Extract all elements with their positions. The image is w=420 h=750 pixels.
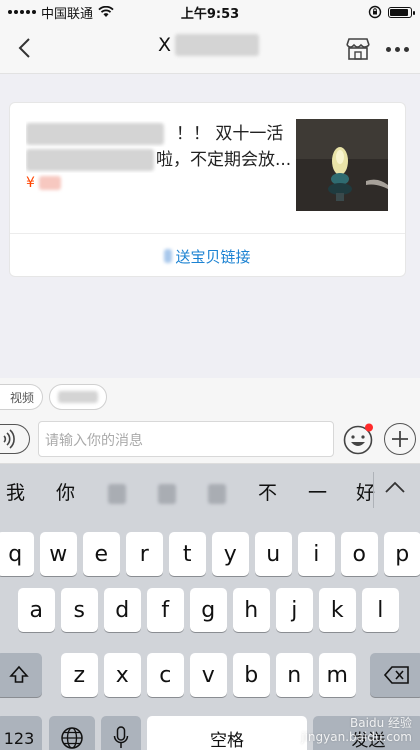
key-r[interactable]: r	[126, 532, 163, 576]
status-time: 上午9:53	[180, 6, 240, 22]
product-description: ！！ 双十一活 啦，不定期会放...	[26, 121, 294, 173]
more-icon[interactable]	[382, 36, 412, 62]
send-product-link[interactable]: 送宝贝链接	[10, 234, 405, 278]
key-y[interactable]: y	[212, 532, 249, 576]
key-p[interactable]: p	[384, 532, 420, 576]
key-c[interactable]: c	[147, 653, 184, 697]
candidate-bar: 我 你 不 一 好	[0, 464, 420, 516]
candidate-word[interactable]: 你	[56, 478, 75, 505]
signal-icon	[8, 10, 36, 14]
globe-key[interactable]	[49, 716, 95, 750]
key-s[interactable]: s	[61, 588, 98, 632]
plus-icon[interactable]	[384, 423, 416, 455]
key-f[interactable]: f	[147, 588, 184, 632]
key-e[interactable]: e	[83, 532, 120, 576]
key-n[interactable]: n	[276, 653, 313, 697]
message-input[interactable]: 请输入你的消息	[38, 421, 334, 457]
microphone-icon	[113, 726, 129, 748]
redacted-text	[26, 123, 164, 145]
message-placeholder: 请输入你的消息	[45, 433, 143, 449]
key-o[interactable]: o	[341, 532, 378, 576]
key-q[interactable]: q	[0, 532, 34, 576]
key-z[interactable]: z	[61, 653, 98, 697]
backspace-icon	[384, 666, 409, 684]
redacted-text	[164, 249, 173, 263]
key-i[interactable]: i	[298, 532, 335, 576]
key-b[interactable]: b	[233, 653, 270, 697]
send-link-label: 送宝贝链接	[175, 247, 251, 266]
key-w[interactable]: w	[40, 532, 77, 576]
candidate-divider	[373, 472, 374, 508]
backspace-key[interactable]	[370, 653, 420, 697]
candidate-word[interactable]: 我	[6, 478, 25, 505]
key-k[interactable]: k	[319, 588, 356, 632]
status-bar: 中国联通 上午9:53	[0, 0, 420, 24]
message-input-row: 请输入你的消息	[0, 416, 420, 464]
redacted-text	[26, 149, 154, 171]
price-symbol: ¥	[26, 175, 35, 191]
key-j[interactable]: j	[276, 588, 313, 632]
voice-icon[interactable]	[0, 424, 30, 454]
quick-chip[interactable]	[49, 384, 108, 410]
globe-icon	[61, 727, 83, 749]
product-card[interactable]: ！！ 双十一活 啦，不定期会放... ¥ 送宝贝链接	[9, 102, 406, 277]
key-t[interactable]: t	[169, 532, 206, 576]
product-price: ¥	[26, 175, 61, 191]
product-thumbnail[interactable]	[296, 119, 388, 211]
redacted-name	[175, 34, 260, 56]
key-a[interactable]: a	[18, 588, 55, 632]
carrier-label: 中国联通	[41, 6, 94, 22]
key-l[interactable]: l	[362, 588, 399, 632]
back-icon[interactable]	[10, 34, 38, 62]
notification-dot-icon	[365, 423, 373, 432]
product-title-line1: ！！ 双十一活	[176, 124, 284, 144]
emoji-icon[interactable]	[342, 423, 374, 455]
battery-icon	[388, 6, 415, 18]
key-g[interactable]: g	[190, 588, 227, 632]
quick-reply-row: 视频	[0, 378, 420, 416]
product-title-line2: 啦，不定期会放...	[156, 150, 292, 170]
redacted-price	[38, 176, 61, 190]
key-d[interactable]: d	[104, 588, 141, 632]
candidate-word[interactable]: 不	[258, 478, 277, 505]
numbers-key[interactable]: 123	[0, 716, 42, 750]
redacted-text	[58, 391, 99, 403]
keyboard: 我 你 不 一 好 q w e r t y u i o p a s d f g h j k l z x c v b n m 123 空…	[0, 464, 420, 750]
redacted-candidate	[208, 484, 226, 504]
shift-icon	[9, 665, 29, 683]
key-m[interactable]: m	[319, 653, 356, 697]
watermark-url: jingyan.baidu.com	[301, 730, 412, 744]
quick-chip-label: 视频	[10, 390, 35, 405]
redacted-candidate	[158, 484, 176, 504]
shift-key[interactable]	[0, 653, 42, 697]
watermark-brand: Baidu 经验	[350, 716, 412, 730]
key-h[interactable]: h	[233, 588, 270, 632]
redacted-candidate	[108, 484, 126, 504]
quick-chip-video[interactable]: 视频	[0, 384, 44, 410]
rotation-lock-icon	[368, 5, 382, 19]
candidate-word[interactable]: 一	[308, 478, 327, 505]
expand-candidates-icon[interactable]	[384, 480, 406, 494]
nav-bar: X	[0, 24, 420, 74]
space-key[interactable]: 空格	[147, 716, 307, 750]
watermark: Baidu 经验 jingyan.baidu.com	[301, 716, 412, 744]
store-icon[interactable]	[344, 36, 372, 62]
key-x[interactable]: x	[104, 653, 141, 697]
chat-title-text: X	[158, 34, 172, 56]
key-u[interactable]: u	[255, 532, 292, 576]
key-v[interactable]: v	[190, 653, 227, 697]
wifi-icon	[98, 6, 114, 17]
chat-title: X	[158, 34, 260, 56]
microphone-key[interactable]	[101, 716, 141, 750]
